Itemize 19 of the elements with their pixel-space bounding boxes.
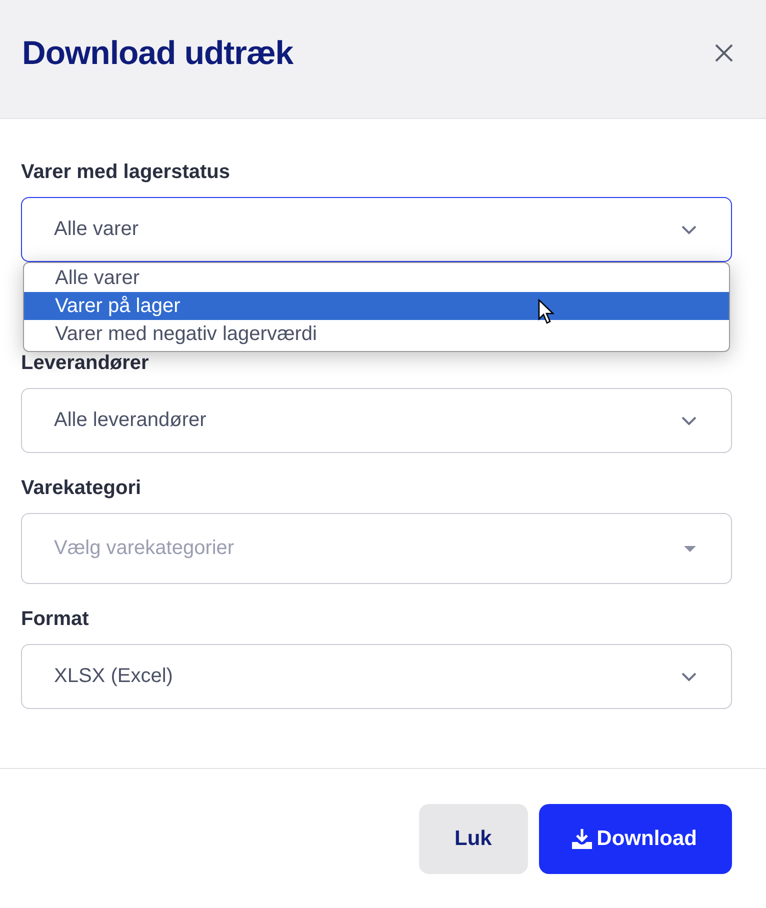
dropdown-option[interactable]: Varer på lager bbox=[24, 292, 729, 320]
chevron-down-icon bbox=[681, 416, 697, 426]
dropdown-option[interactable]: Alle varer bbox=[24, 264, 729, 292]
chevron-down-icon bbox=[681, 672, 697, 682]
dialog-title: Download udtræk bbox=[22, 34, 294, 72]
field-label: Format bbox=[21, 608, 90, 631]
download-button[interactable]: Download bbox=[538, 804, 732, 874]
close-button[interactable]: Luk bbox=[418, 804, 528, 874]
dropdown-option[interactable]: Varer med negativ lagerværdi bbox=[24, 320, 729, 348]
field-label: Varer med lagerstatus bbox=[21, 161, 231, 184]
caret-down-icon bbox=[683, 544, 697, 552]
field-label: Varekategori bbox=[21, 477, 142, 500]
select-field[interactable]: Alle leverandører bbox=[21, 388, 732, 453]
download-icon bbox=[570, 828, 593, 850]
close-icon[interactable] bbox=[714, 43, 734, 63]
field-label: Leverandører bbox=[21, 352, 150, 375]
select-field[interactable]: Alle varer bbox=[21, 197, 732, 262]
select-field[interactable]: XLSX (Excel) bbox=[21, 644, 732, 709]
chevron-down-icon bbox=[681, 224, 697, 234]
